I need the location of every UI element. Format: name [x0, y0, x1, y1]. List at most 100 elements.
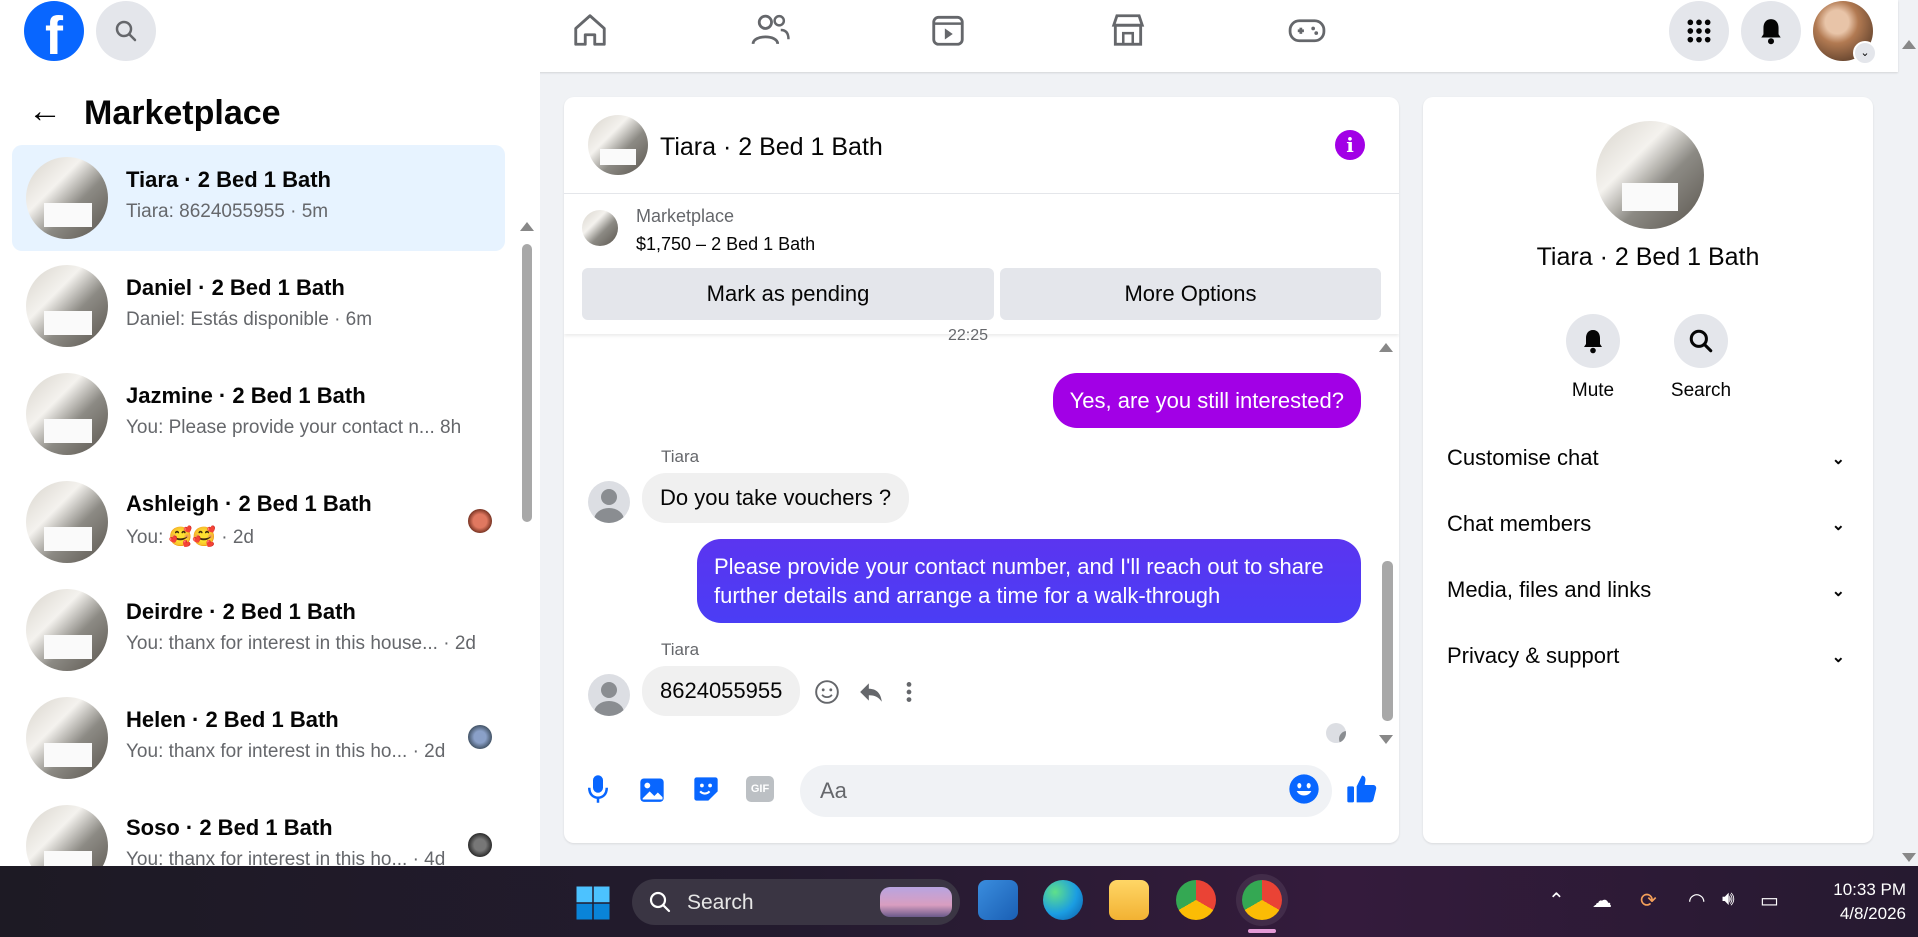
conversation-item[interactable]: Soso · 2 Bed 1 Bath You: thanx for inter… [12, 793, 505, 866]
nav-marketplace[interactable] [1103, 8, 1153, 52]
chat-avatar[interactable] [588, 115, 648, 175]
battery-icon[interactable]: ▭ [1760, 888, 1779, 913]
chrome-app-icon[interactable] [1176, 880, 1216, 920]
nav-home[interactable] [565, 8, 615, 52]
mark-as-pending-button[interactable]: Mark as pending [582, 268, 994, 320]
notifications-button[interactable] [1741, 1, 1801, 61]
emoji-button[interactable] [1288, 773, 1320, 805]
edge-app-icon[interactable] [1043, 880, 1083, 920]
chat-panel: Tiara · 2 Bed 1 Bath i Marketplace $1,75… [564, 97, 1399, 843]
scroll-up-arrow-icon[interactable] [520, 222, 534, 231]
sync-icon[interactable]: ⟳ [1640, 888, 1657, 913]
sender-name: Tiara [661, 640, 700, 659]
outlook-app-icon[interactable] [978, 880, 1018, 920]
page-scroll-up-arrow-icon[interactable] [1902, 40, 1916, 49]
chevron-down-icon: ⌄ [1853, 41, 1877, 65]
conversation-preview: You: Please provide your contact n... 8h [126, 417, 462, 438]
clock-date: 4/8/2026 [1839, 904, 1906, 923]
scroll-down-arrow-icon[interactable] [1379, 735, 1393, 744]
gif-button[interactable]: GIF [744, 773, 776, 805]
reply-icon [860, 683, 882, 702]
listing-thumbnail [26, 805, 108, 866]
chat-profile-avatar[interactable] [1596, 121, 1704, 229]
conversation-preview: Daniel: Estás disponible · 6m [126, 309, 373, 330]
contact-avatar[interactable] [588, 674, 630, 716]
conversation-name: Deirdre · 2 Bed 1 Bath [126, 599, 356, 624]
chat-profile-name[interactable]: Tiara · 2 Bed 1 Bath [1423, 243, 1873, 272]
gif-icon: GIF [746, 776, 774, 802]
chat-details-panel: Tiara · 2 Bed 1 Bath Mute Search Customi… [1423, 97, 1873, 843]
conversation-item[interactable]: Helen · 2 Bed 1 Bath You: thanx for inte… [12, 685, 505, 791]
file-explorer-icon[interactable] [1109, 880, 1149, 920]
listing-price[interactable]: $1,750 – 2 Bed 1 Bath [636, 234, 815, 255]
more-actions-button[interactable] [904, 679, 914, 710]
chrome-app-icon[interactable] [1242, 880, 1282, 920]
message-thread: 22:25 Yes, are you still interested? Tia… [564, 327, 1399, 745]
menu-button[interactable] [1669, 1, 1729, 61]
scrollbar-thumb[interactable] [1382, 561, 1393, 721]
scrollbar-thumb[interactable] [522, 244, 532, 522]
sticker-button[interactable] [690, 773, 722, 805]
scroll-up-arrow-icon[interactable] [1379, 343, 1393, 352]
search-in-chat-button[interactable]: Search [1671, 314, 1731, 402]
incoming-message[interactable]: 8624055955 [642, 666, 801, 716]
react-button[interactable] [814, 679, 840, 710]
media-files-links-section[interactable]: Media, files and links ⌄ [1447, 577, 1849, 617]
page-scroll-down-arrow-icon[interactable] [1902, 853, 1916, 862]
smiley-icon [815, 680, 839, 704]
outgoing-message[interactable]: Yes, are you still interested? [1052, 373, 1361, 428]
volume-icon[interactable]: 🔊︎ [1722, 888, 1735, 911]
system-clock[interactable]: 10:33 PM 4/8/2026 [1806, 878, 1906, 926]
conversation-item[interactable]: Ashleigh · 2 Bed 1 Bath You: 🥰🥰 · 2d [12, 469, 505, 575]
search-button[interactable] [96, 1, 156, 61]
back-arrow-icon[interactable]: ← [28, 92, 62, 131]
emoji-icon [1289, 774, 1319, 804]
outgoing-message[interactable]: Please provide your contact number, and … [697, 539, 1361, 623]
thumbs-up-icon [1347, 775, 1377, 803]
search-highlight-image [880, 887, 952, 917]
chevron-down-icon: ⌄ [1831, 583, 1845, 600]
account-avatar[interactable]: ⌄ [1813, 1, 1877, 65]
listing-thumbnail [26, 589, 108, 671]
reply-button[interactable] [857, 679, 885, 710]
seen-avatar [468, 725, 492, 749]
sticker-icon [694, 777, 718, 801]
attach-photo-button[interactable] [636, 773, 668, 805]
chat-title[interactable]: Tiara · 2 Bed 1 Bath [660, 133, 883, 162]
info-icon[interactable]: i [1335, 130, 1365, 160]
conversation-name: Tiara · 2 Bed 1 Bath [126, 167, 331, 192]
message-input[interactable] [800, 765, 1332, 817]
top-navigation-bar: f ⌄ [0, 0, 1898, 72]
chat-scrollbar[interactable] [1379, 335, 1394, 745]
nav-gaming[interactable] [1282, 8, 1332, 52]
conversation-item[interactable]: Jazmine · 2 Bed 1 Bath You: Please provi… [12, 361, 505, 467]
conversation-item[interactable]: Deirdre · 2 Bed 1 Bath You: thanx for in… [12, 577, 505, 683]
wifi-icon[interactable]: ◠ [1688, 888, 1705, 913]
show-hidden-icons-chevron-icon[interactable]: ⌃ [1548, 888, 1565, 913]
facebook-logo[interactable]: f [24, 1, 84, 61]
conversation-item[interactable]: Tiara · 2 Bed 1 Bath Tiara: 8624055955 ·… [12, 145, 505, 251]
privacy-support-section[interactable]: Privacy & support ⌄ [1447, 643, 1849, 683]
conversation-name: Ashleigh · 2 Bed 1 Bath [126, 491, 372, 516]
listing-thumbnail[interactable] [582, 210, 618, 246]
microphone-icon [588, 775, 608, 803]
taskbar-search[interactable]: Search [632, 879, 960, 925]
onedrive-icon[interactable]: ☁ [1592, 888, 1612, 913]
nav-friends[interactable] [745, 8, 795, 52]
conversation-item[interactable]: Daniel · 2 Bed 1 Bath Daniel: Estás disp… [12, 253, 505, 359]
nav-video[interactable] [923, 8, 973, 52]
chat-members-section[interactable]: Chat members ⌄ [1447, 511, 1849, 551]
conversation-list-scrollbar[interactable] [520, 152, 534, 857]
customise-chat-section[interactable]: Customise chat ⌄ [1447, 445, 1849, 485]
clock-time: 10:33 PM [1833, 880, 1906, 899]
mute-button[interactable]: Mute [1563, 314, 1623, 402]
section-label: Chat members [1447, 511, 1592, 536]
voice-clip-button[interactable] [582, 773, 614, 805]
video-icon [932, 15, 964, 46]
section-label: Privacy & support [1447, 643, 1620, 668]
contact-avatar[interactable] [588, 481, 630, 523]
incoming-message[interactable]: Do you take vouchers ? [642, 473, 910, 523]
start-button[interactable] [575, 885, 611, 926]
send-like-button[interactable] [1346, 773, 1378, 805]
more-options-button[interactable]: More Options [1000, 268, 1381, 320]
